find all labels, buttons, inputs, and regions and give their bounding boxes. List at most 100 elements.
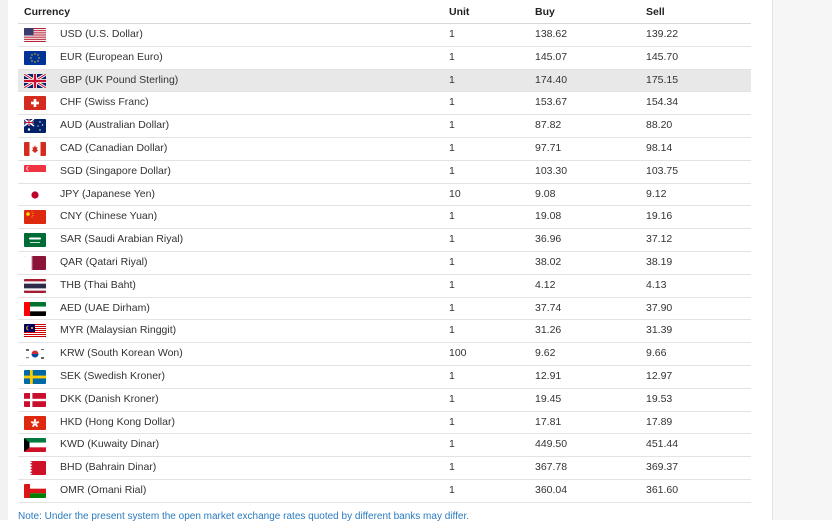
table-row: USD (U.S. Dollar) 1 138.62 139.22 (18, 24, 751, 47)
buy-rate: 138.62 (535, 28, 568, 40)
buy-rate: 174.40 (535, 73, 568, 86)
buy-rate: 103.30 (535, 164, 568, 177)
sell-rate: 145.70 (646, 50, 679, 63)
currency-name: SGD (Singapore Dollar) (60, 164, 171, 177)
buy-rate: 153.67 (535, 96, 568, 109)
denmark-flag-icon (24, 392, 46, 407)
buy-rate: 36.96 (535, 233, 562, 246)
sell-rate: 4.13 (646, 278, 667, 291)
table-row: THB (Thai Baht) 1 4.12 4.13 (18, 275, 751, 298)
currency-name: USD (U.S. Dollar) (60, 28, 143, 40)
oman-flag-icon (24, 483, 46, 498)
japan-flag-icon (24, 187, 46, 202)
currency-name: CAD (Canadian Dollar) (60, 141, 168, 154)
sell-rate: 175.15 (646, 73, 679, 86)
currency-name: KWD (Kuwaity Dinar) (60, 438, 160, 451)
sell-rate: 12.97 (646, 369, 673, 382)
buy-rate: 31.26 (535, 324, 562, 337)
buy-rate: 9.62 (535, 347, 556, 360)
currency-name: OMR (Omani Rial) (60, 483, 147, 496)
sell-rate: 88.20 (646, 119, 673, 132)
table-row: AED (UAE Dirham) 1 37.74 37.90 (18, 298, 751, 321)
table-row: CHF (Swiss Franc) 1 153.67 154.34 (18, 92, 751, 116)
table-row: SGD (Singapore Dollar) 1 103.30 103.75 (18, 161, 751, 184)
buy-rate: 360.04 (535, 483, 568, 496)
unit-value: 1 (449, 415, 455, 428)
currency-name: DKK (Danish Kroner) (60, 392, 159, 405)
unit-value: 1 (449, 369, 455, 382)
kuwait-flag-icon (24, 438, 46, 453)
sell-rate: 369.37 (646, 461, 679, 474)
currency-name: AED (UAE Dirham) (60, 301, 150, 314)
currency-name: QAR (Qatari Riyal) (60, 255, 148, 268)
table-row: SAR (Saudi Arabian Riyal) 1 36.96 37.12 (18, 229, 751, 252)
buy-rate: 19.45 (535, 392, 562, 405)
unit-value: 1 (449, 255, 455, 268)
sell-rate: 9.66 (646, 347, 667, 360)
table-row: KWD (Kuwaity Dinar) 1 449.50 451.44 (18, 434, 751, 458)
buy-rate: 4.12 (535, 278, 556, 291)
unit-value: 1 (449, 96, 455, 109)
sell-rate: 17.89 (646, 415, 673, 428)
table-row: JPY (Japanese Yen) 10 9.08 9.12 (18, 184, 751, 207)
market-rate-note: Note: Under the present system the open … (18, 511, 470, 522)
korea-flag-icon (24, 347, 46, 362)
sell-rate: 9.12 (646, 187, 667, 200)
unit-value: 1 (449, 278, 455, 291)
header-sell: Sell (646, 6, 665, 18)
unit-value: 1 (449, 233, 455, 246)
buy-rate: 38.02 (535, 255, 562, 268)
unit-value: 1 (449, 28, 455, 40)
china-flag-icon (24, 210, 46, 225)
sell-rate: 361.60 (646, 483, 679, 496)
buy-rate: 87.82 (535, 119, 562, 132)
buy-rate: 97.71 (535, 141, 562, 154)
singapore-flag-icon (24, 164, 46, 179)
sell-rate: 139.22 (646, 28, 679, 40)
unit-value: 1 (449, 50, 455, 63)
table-row: HKD (Hong Kong Dollar) 1 17.81 17.89 (18, 412, 751, 435)
unit-value: 1 (449, 119, 455, 132)
buy-rate: 17.81 (535, 415, 562, 428)
sell-rate: 31.39 (646, 324, 673, 337)
thailand-flag-icon (24, 278, 46, 293)
sweden-flag-icon (24, 369, 46, 384)
sell-rate: 98.14 (646, 141, 673, 154)
table-row: SEK (Swedish Kroner) 1 12.91 12.97 (18, 366, 751, 389)
header-buy: Buy (535, 6, 555, 18)
table-row: KRW (South Korean Won) 100 9.62 9.66 (18, 343, 751, 366)
australia-flag-icon (24, 119, 46, 134)
unit-value: 1 (449, 324, 455, 337)
malaysia-flag-icon (24, 324, 46, 339)
unit-value: 1 (449, 438, 455, 451)
right-gutter (773, 0, 832, 520)
currency-name: THB (Thai Baht) (60, 278, 136, 291)
bahrain-flag-icon (24, 461, 46, 476)
eu-flag-icon (24, 50, 46, 65)
unit-value: 10 (449, 187, 461, 200)
unit-value: 1 (449, 392, 455, 405)
table-row: EUR (European Euro) 1 145.07 145.70 (18, 47, 751, 70)
table-row: MYR (Malaysian Ringgit) 1 31.26 31.39 (18, 320, 751, 344)
buy-rate: 9.08 (535, 187, 556, 200)
currency-name: BHD (Bahrain Dinar) (60, 461, 157, 474)
sell-rate: 38.19 (646, 255, 673, 268)
table-row: GBP (UK Pound Sterling) 1 174.40 175.15 (18, 69, 751, 93)
unit-value: 1 (449, 164, 455, 177)
buy-rate: 19.08 (535, 210, 562, 223)
unit-value: 1 (449, 461, 455, 474)
table-row: BHD (Bahrain Dinar) 1 367.78 369.37 (18, 457, 751, 480)
hongkong-flag-icon (24, 415, 46, 430)
currency-name: JPY (Japanese Yen) (60, 187, 155, 200)
currency-name: SAR (Saudi Arabian Riyal) (60, 233, 184, 246)
buy-rate: 37.74 (535, 301, 562, 314)
table-row: CAD (Canadian Dollar) 1 97.71 98.14 (18, 138, 751, 161)
currency-name: CNY (Chinese Yuan) (60, 210, 158, 223)
table-row: QAR (Qatari Riyal) 1 38.02 38.19 (18, 252, 751, 275)
buy-rate: 449.50 (535, 438, 568, 451)
currency-name: MYR (Malaysian Ringgit) (60, 324, 177, 337)
buy-rate: 145.07 (535, 50, 568, 63)
table-row: AUD (Australian Dollar) 1 87.82 88.20 (18, 115, 751, 138)
saudi-flag-icon (24, 233, 46, 248)
unit-value: 1 (449, 73, 455, 86)
